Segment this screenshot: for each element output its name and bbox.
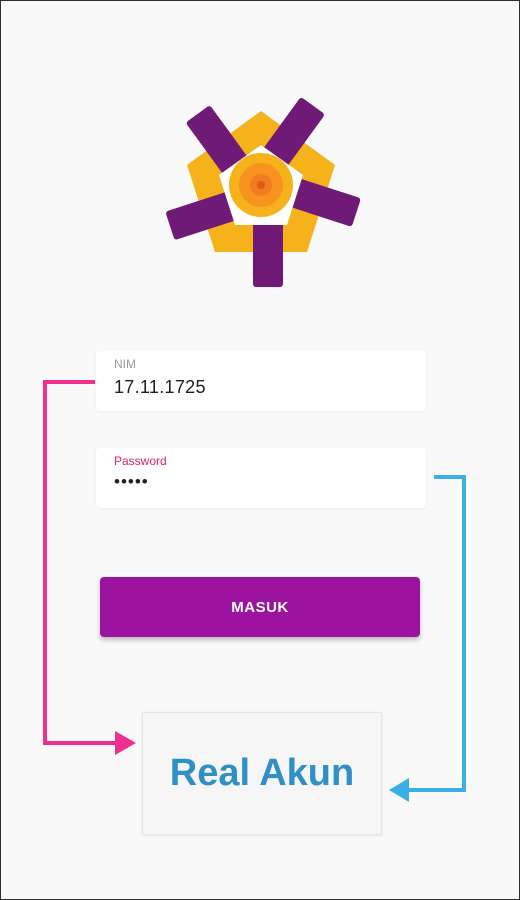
nim-label: NIM <box>114 357 136 371</box>
app-screen: NIM 17.11.1725 Password ••••• MASUK Real… <box>0 0 520 900</box>
masuk-button[interactable]: MASUK <box>100 577 420 637</box>
nim-input-value[interactable]: 17.11.1725 <box>114 377 206 398</box>
password-input-value[interactable]: ••••• <box>114 472 149 492</box>
password-field[interactable]: Password ••••• <box>96 448 426 508</box>
real-akun-callout: Real Akun <box>142 712 382 835</box>
pentagon-pinwheel-logo-icon <box>157 91 367 289</box>
real-akun-text: Real Akun <box>169 752 355 794</box>
blue-arrow-icon <box>389 475 466 802</box>
password-label: Password <box>114 454 167 468</box>
pink-arrow-icon <box>43 380 136 755</box>
nim-field[interactable]: NIM 17.11.1725 <box>96 351 426 411</box>
